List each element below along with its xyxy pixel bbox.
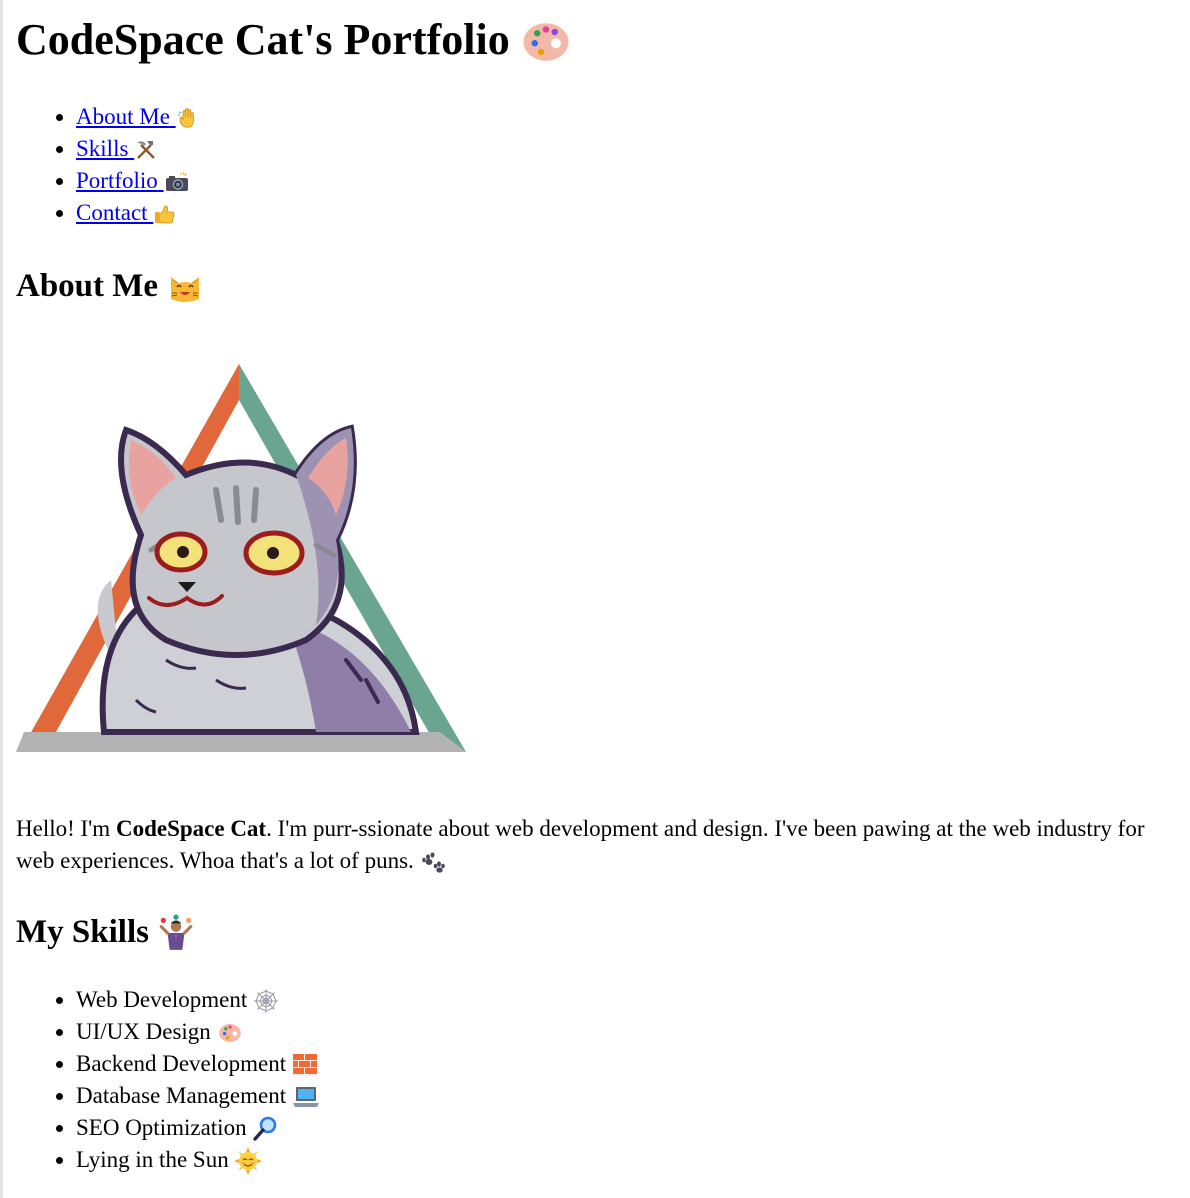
nav-item-about: About Me: [76, 101, 200, 133]
spider-web-icon: [253, 984, 279, 1016]
nav-list: About Me Skills Portfolio: [16, 101, 200, 229]
about-line1-rest: . I'm purr-ssionate about web developmen…: [266, 816, 1145, 841]
sun-with-face-icon: [234, 1144, 263, 1176]
about-intro-text: Hello! I'm: [16, 816, 116, 841]
skill-item-backend-development: Backend Development: [76, 1048, 320, 1080]
skill-label: SEO Optimization: [76, 1115, 247, 1140]
about-paragraph: Hello! I'm CodeSpace Cat. I'm purr-ssion…: [16, 813, 1190, 877]
nav-item-portfolio: Portfolio: [76, 165, 200, 197]
skill-item-database-management: Database Management: [76, 1080, 320, 1112]
page-title-text: CodeSpace Cat's Portfolio: [16, 15, 510, 64]
skill-item-seo-optimization: SEO Optimization: [76, 1112, 320, 1144]
window-left-edge: [0, 0, 3, 1198]
skill-label: Database Management: [76, 1083, 287, 1108]
skills-list: Web Development UI/UX Design Bac: [16, 984, 320, 1176]
artist-palette-icon: [217, 1016, 243, 1048]
nav-link-portfolio[interactable]: Portfolio: [76, 168, 190, 193]
hammer-pick-icon: [134, 133, 158, 165]
about-heading: About Me: [16, 265, 204, 306]
smiling-cat-icon: [166, 265, 204, 305]
cat-portrait-illustration: [16, 350, 468, 755]
nav-link-about[interactable]: About Me: [76, 104, 200, 129]
skill-label: Lying in the Sun: [76, 1147, 229, 1172]
magnifying-glass-icon: [252, 1112, 278, 1144]
about-heading-text: About Me: [16, 268, 159, 304]
waving-hand-icon: [176, 101, 200, 133]
skill-label: Web Development: [76, 987, 248, 1012]
paw-prints-icon: [420, 845, 446, 877]
nav-link-contact-label: Contact: [76, 200, 148, 225]
nav-link-skills[interactable]: Skills: [76, 136, 158, 161]
skill-item-lying-in-the-sun: Lying in the Sun: [76, 1144, 320, 1176]
brick-icon: [292, 1048, 318, 1080]
nav-link-about-label: About Me: [76, 104, 170, 129]
nav-item-contact: Contact: [76, 197, 200, 229]
artist-palette-icon: [521, 12, 571, 68]
page-title: CodeSpace Cat's Portfolio: [16, 12, 571, 68]
nav-link-skills-label: Skills: [76, 136, 129, 161]
about-paragraph-line-2: web experiences. Whoa that's a lot of pu…: [16, 845, 1190, 877]
about-paragraph-line-1: Hello! I'm CodeSpace Cat. I'm purr-ssion…: [16, 813, 1190, 845]
about-line2-text: web experiences. Whoa that's a lot of pu…: [16, 848, 414, 873]
thumbs-up-icon: [153, 197, 177, 229]
about-name-text: CodeSpace Cat: [115, 816, 267, 841]
skill-item-ui-ux-design: UI/UX Design: [76, 1016, 320, 1048]
juggler-icon: [157, 911, 195, 952]
skill-label: Backend Development: [76, 1051, 287, 1076]
skills-heading-text: My Skills: [16, 914, 149, 950]
skill-item-web-development: Web Development: [76, 984, 320, 1016]
nav-link-contact[interactable]: Contact: [76, 200, 177, 225]
nav-item-skills: Skills: [76, 133, 200, 165]
skills-heading: My Skills: [16, 911, 195, 952]
nav-link-portfolio-label: Portfolio: [76, 168, 158, 193]
camera-flash-icon: [164, 165, 190, 197]
laptop-icon: [292, 1080, 320, 1112]
skill-label: UI/UX Design: [76, 1019, 211, 1044]
